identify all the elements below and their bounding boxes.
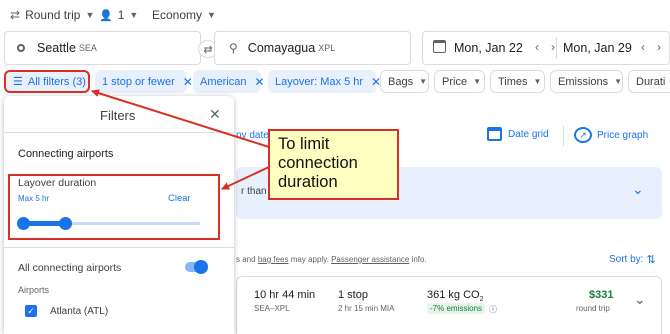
annotation-callout: To limit connection duration xyxy=(268,129,399,200)
arrow-to-all-filters xyxy=(91,89,270,148)
arrow-to-layover xyxy=(221,166,270,190)
annotation-text: To limit connection duration xyxy=(278,135,358,191)
